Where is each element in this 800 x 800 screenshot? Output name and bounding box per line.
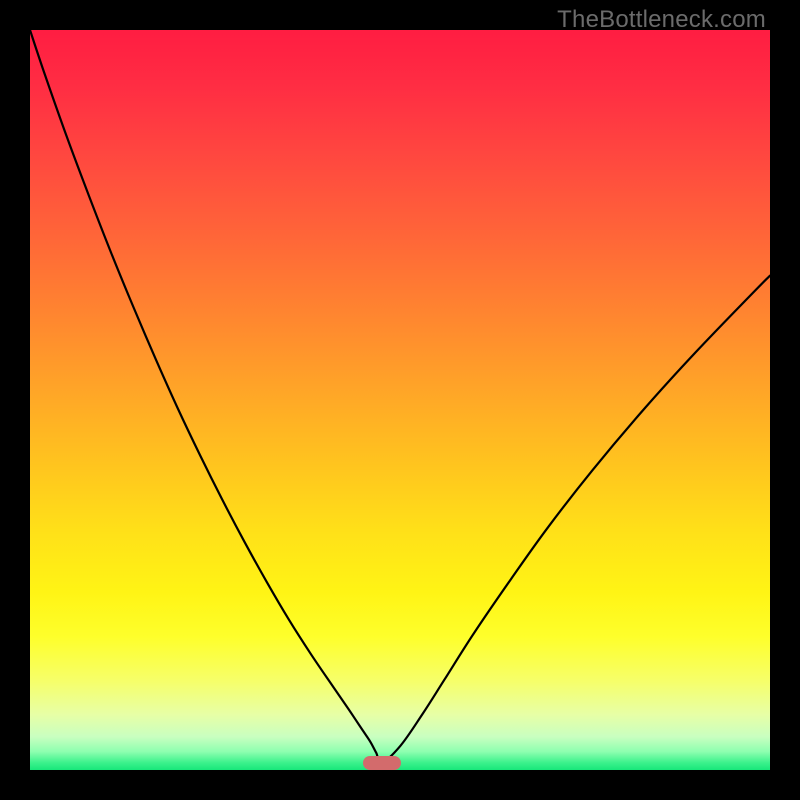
plot-area bbox=[30, 30, 770, 770]
chart-frame: TheBottleneck.com bbox=[0, 0, 800, 800]
bottleneck-curve bbox=[30, 30, 770, 770]
minimum-marker bbox=[363, 756, 401, 770]
